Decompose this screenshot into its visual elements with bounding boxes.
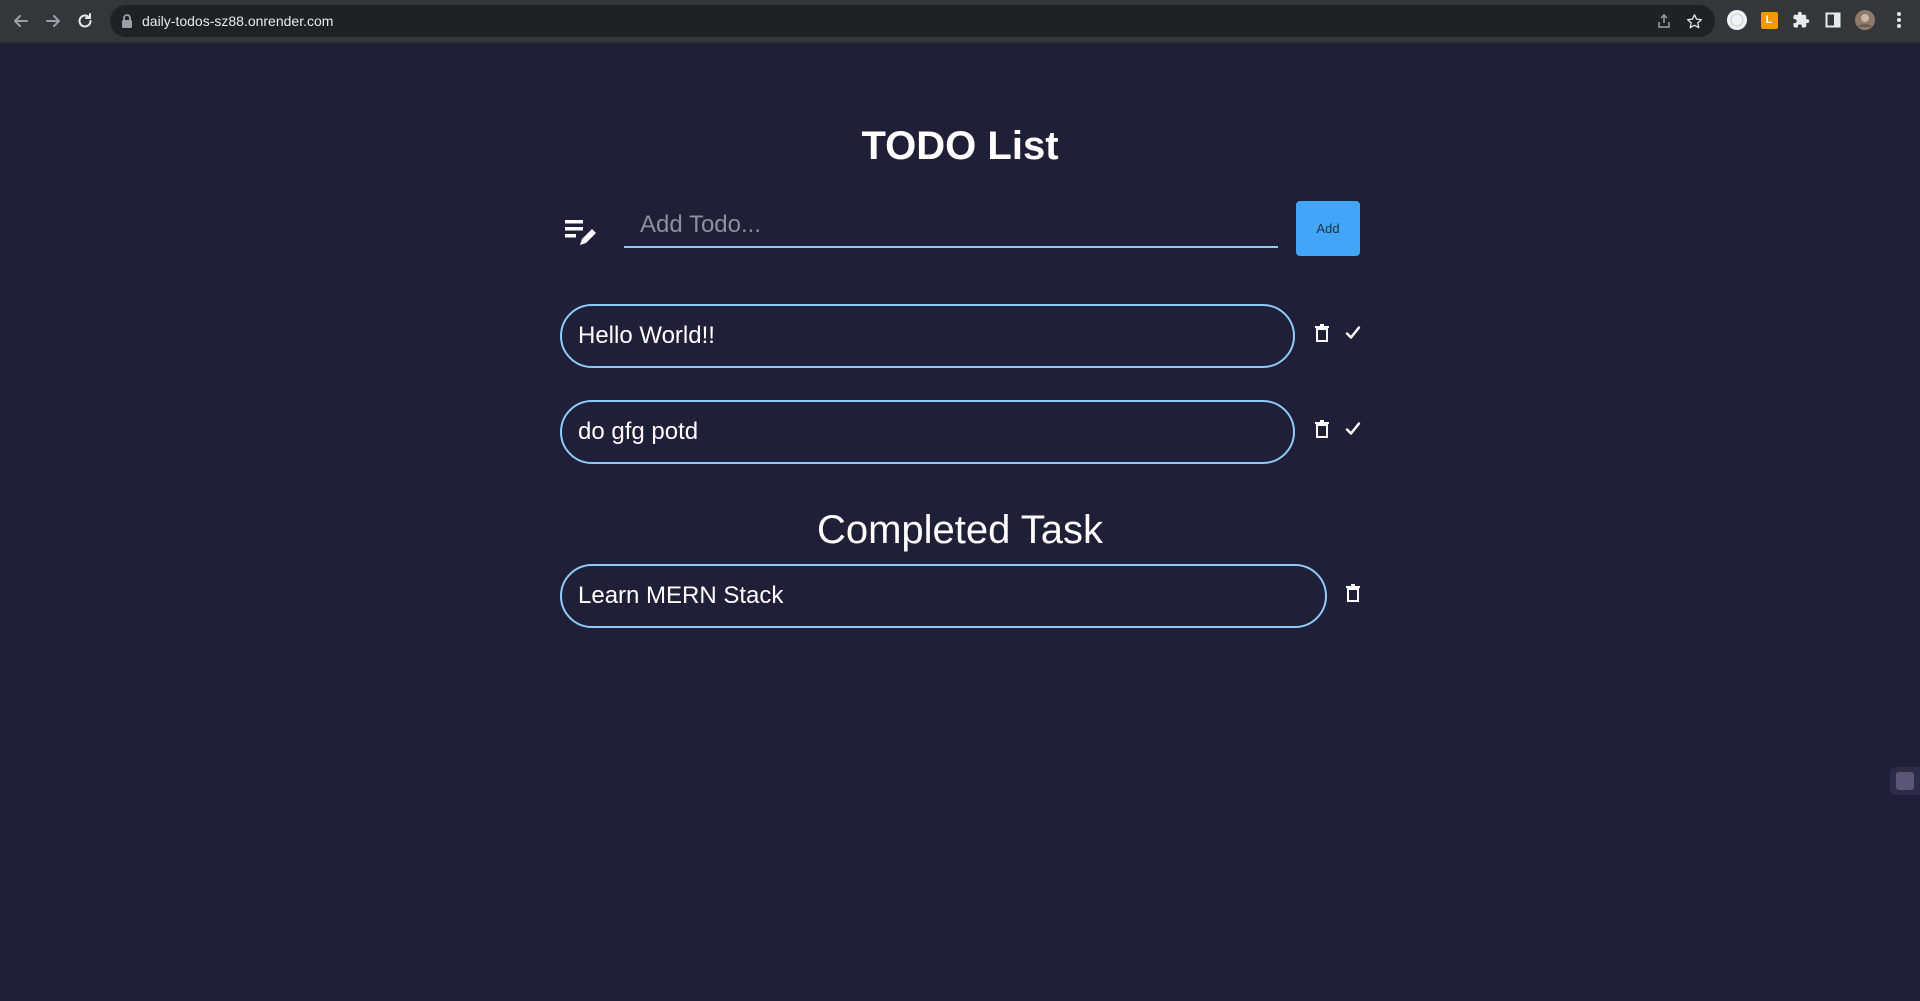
completed-item-text-box[interactable]: Learn MERN Stack [560, 564, 1327, 628]
extension-globe-button[interactable] [1726, 9, 1748, 31]
lock-icon[interactable] [120, 13, 134, 29]
todo-item: Hello World!! [560, 304, 1363, 368]
side-panel-button[interactable] [1822, 9, 1844, 31]
share-icon [1658, 13, 1670, 28]
profile-avatar[interactable] [1854, 9, 1876, 31]
check-icon [1345, 326, 1361, 339]
todo-item-text: do gfg potd [578, 418, 699, 445]
reload-icon [78, 13, 92, 28]
kebab-menu-icon [1897, 12, 1901, 28]
complete-button[interactable] [1343, 418, 1363, 440]
puzzle-icon [1793, 11, 1810, 28]
reload-button[interactable] [72, 8, 98, 34]
delete-button[interactable] [1312, 418, 1332, 440]
extensions-button[interactable] [1790, 9, 1812, 31]
forward-arrow-icon [46, 15, 60, 27]
playlist-add-icon [565, 220, 596, 245]
share-button[interactable] [1655, 12, 1673, 30]
address-bar[interactable]: daily-todos-sz88.onrender.com [110, 5, 1715, 37]
completed-item-text: Learn MERN Stack [578, 582, 784, 609]
back-button[interactable] [8, 8, 34, 34]
add-todo-row: Add [560, 200, 1360, 260]
browser-menu-button[interactable] [1888, 9, 1910, 31]
trash-icon [1315, 324, 1329, 342]
floating-side-widget[interactable] [1890, 767, 1920, 795]
trash-icon [1346, 584, 1360, 602]
add-todo-input[interactable] [624, 204, 1278, 248]
forward-button[interactable] [40, 8, 66, 34]
todo-item-text-box[interactable]: do gfg potd [560, 400, 1295, 464]
delete-button[interactable] [1312, 322, 1332, 344]
back-arrow-icon [14, 15, 28, 27]
url-text[interactable]: daily-todos-sz88.onrender.com [142, 13, 333, 29]
todo-item-text: Hello World!! [578, 322, 715, 349]
extension-l-button[interactable]: L [1758, 9, 1780, 31]
completed-heading: Completed Task [816, 508, 1104, 552]
complete-button[interactable] [1343, 322, 1363, 344]
check-icon [1345, 422, 1361, 435]
add-button[interactable]: Add [1296, 201, 1360, 256]
star-icon [1686, 13, 1702, 28]
todo-item: do gfg potd [560, 400, 1363, 464]
side-panel-icon [1825, 12, 1841, 28]
extension-l-icon: L [1760, 11, 1778, 29]
globe-icon [1727, 10, 1747, 30]
avatar-icon [1855, 10, 1875, 30]
bookmark-button[interactable] [1685, 12, 1703, 30]
completed-item: Learn MERN Stack [560, 564, 1360, 628]
widget-icon [1896, 772, 1914, 790]
todo-item-text-box[interactable]: Hello World!! [560, 304, 1295, 368]
trash-icon [1315, 420, 1329, 438]
delete-button[interactable] [1343, 582, 1363, 604]
page-title: TODO List [861, 124, 1059, 168]
browser-toolbar: daily-todos-sz88.onrender.com L [0, 0, 1920, 43]
